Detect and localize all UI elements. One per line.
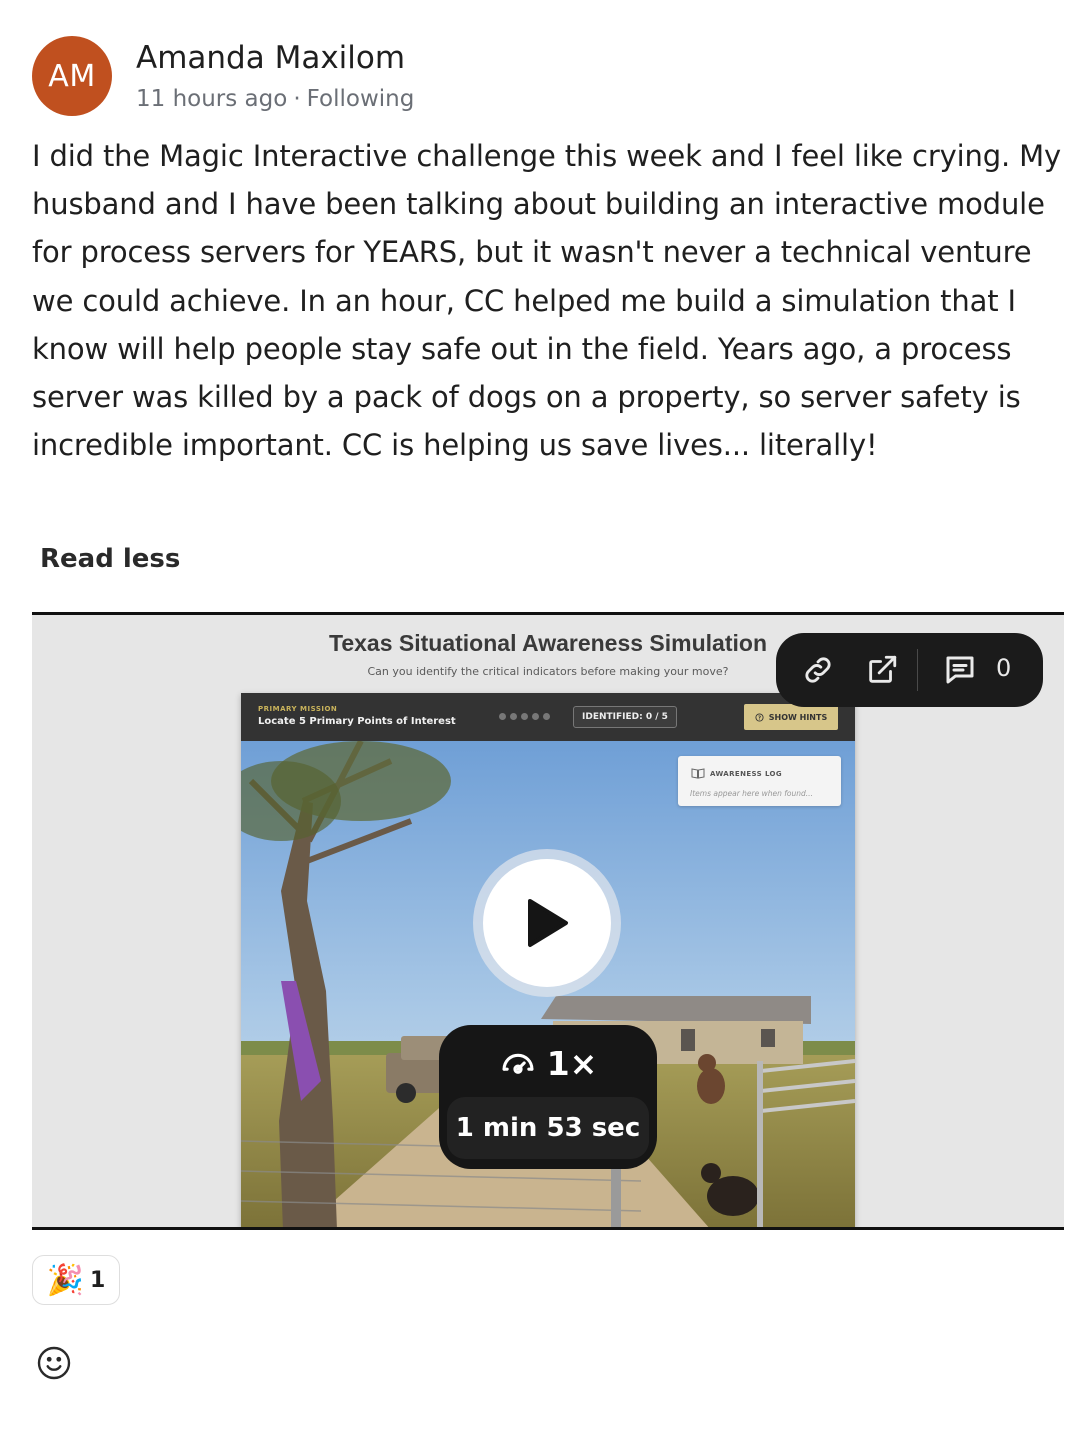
show-hints-label: SHOW HINTS: [768, 712, 828, 722]
progress-dot: [521, 713, 528, 720]
playback-speed-button[interactable]: 1×: [439, 1039, 657, 1087]
video-player[interactable]: Texas Situational Awareness Simulation C…: [32, 612, 1064, 1230]
link-icon: [805, 657, 831, 683]
smiley-icon: [37, 1346, 71, 1380]
video-toolbar: 0: [776, 633, 1043, 707]
playback-info: 1× 1 min 53 sec: [439, 1025, 657, 1169]
toolbar-divider: [917, 649, 918, 691]
mission-label: PRIMARY MISSION: [258, 705, 338, 713]
open-external-button[interactable]: [862, 650, 902, 690]
video-duration: 1 min 53 sec: [447, 1097, 649, 1159]
help-icon: ?: [755, 712, 764, 721]
copy-link-button[interactable]: [798, 650, 838, 690]
progress-dot: [543, 713, 550, 720]
reaction-party[interactable]: 🎉 1: [32, 1255, 120, 1305]
comments-button[interactable]: [940, 650, 980, 690]
avatar[interactable]: AM: [32, 36, 112, 116]
svg-text:?: ?: [758, 715, 761, 721]
post-body: I did the Magic Interactive challenge th…: [32, 139, 1062, 463]
comment-count: 0: [996, 654, 1012, 682]
play-button[interactable]: [483, 859, 611, 987]
speed-gauge-icon: [502, 1053, 534, 1074]
progress-dot: [499, 713, 506, 720]
follow-status[interactable]: Following: [307, 86, 415, 112]
meta-separator: ·: [293, 86, 301, 112]
progress-dot: [532, 713, 539, 720]
read-less-link[interactable]: Read less: [40, 544, 180, 574]
progress-dots: [499, 713, 550, 720]
progress-dot: [510, 713, 517, 720]
mission-text: Locate 5 Primary Points of Interest: [258, 716, 456, 727]
awareness-log-title: AWARENESS LOG: [710, 770, 783, 778]
awareness-log-placeholder: Items appear here when found...: [690, 789, 813, 798]
post-time: 11 hours ago: [136, 86, 288, 112]
identified-counter: IDENTIFIED: 0 / 5: [573, 706, 677, 728]
book-icon: [691, 768, 705, 779]
sim-header: PRIMARY MISSION Locate 5 Primary Points …: [241, 693, 855, 741]
comment-icon: [946, 656, 974, 684]
reaction-count: 1: [90, 1267, 106, 1293]
external-link-icon: [869, 655, 897, 683]
playback-speed: 1×: [546, 1043, 598, 1083]
author-name[interactable]: Amanda Maxilom: [136, 40, 405, 76]
show-hints-button: ? SHOW HINTS: [744, 704, 838, 730]
post-meta: 11 hours ago · Following: [136, 86, 414, 112]
play-icon: [528, 899, 568, 947]
party-popper-icon: 🎉: [46, 1262, 85, 1298]
add-reaction-button[interactable]: [36, 1345, 72, 1381]
awareness-log: AWARENESS LOG Items appear here when fou…: [678, 756, 841, 806]
